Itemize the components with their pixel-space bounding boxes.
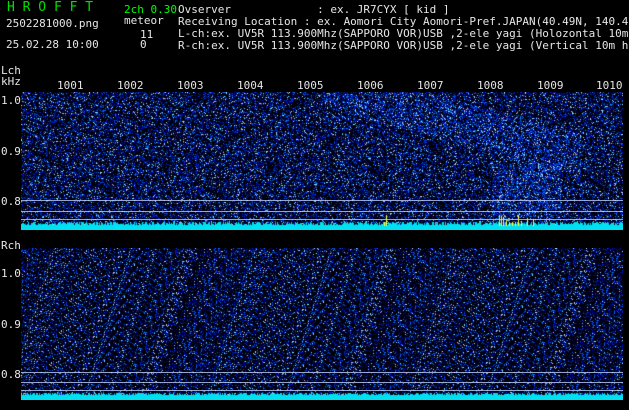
filename-label: 2502281000.png: [6, 17, 99, 30]
rch-reference-line: [21, 372, 623, 373]
rch-reference-line: [21, 382, 623, 383]
time-tick: 1010: [596, 79, 623, 92]
time-tick: 1001: [57, 79, 84, 92]
freq-tick: 1.0: [1, 267, 21, 280]
time-tick: 1007: [417, 79, 444, 92]
freq-tick: 0.8: [1, 195, 21, 208]
time-tick: 1009: [537, 79, 564, 92]
datetime-label: 25.02.28 10:00: [6, 38, 99, 51]
rch-info-line: R-ch:ex. UV5R 113.900Mhz(SAPPORO VOR)USB…: [178, 39, 629, 52]
time-tick: 1005: [297, 79, 324, 92]
time-tick: 1008: [477, 79, 504, 92]
lch-reference-line: [21, 219, 623, 220]
rch-spectrogram: [21, 248, 623, 400]
lch-unit-label: kHz: [1, 75, 21, 88]
time-tick: 1003: [177, 79, 204, 92]
freq-tick: 1.0: [1, 94, 21, 107]
meteor-label: meteor: [124, 14, 164, 27]
time-tick: 1006: [357, 79, 384, 92]
time-tick: 1002: [117, 79, 144, 92]
freq-tick: 0.9: [1, 145, 21, 158]
rch-reference-line: [21, 390, 623, 391]
freq-tick: 0.9: [1, 318, 21, 331]
time-tick: 1004: [237, 79, 264, 92]
hroft-window: H R O F F T 2ch 0.30 2502281000.png mete…: [0, 0, 629, 410]
lch-reference-line: [21, 211, 623, 212]
rch-meteor-count: 0: [140, 38, 147, 51]
lch-spectrogram: [21, 92, 623, 230]
app-title: H R O F F T: [7, 0, 94, 15]
lch-reference-line: [21, 200, 623, 201]
freq-tick: 0.8: [1, 368, 21, 381]
rch-channel-label: Rch: [1, 239, 21, 252]
